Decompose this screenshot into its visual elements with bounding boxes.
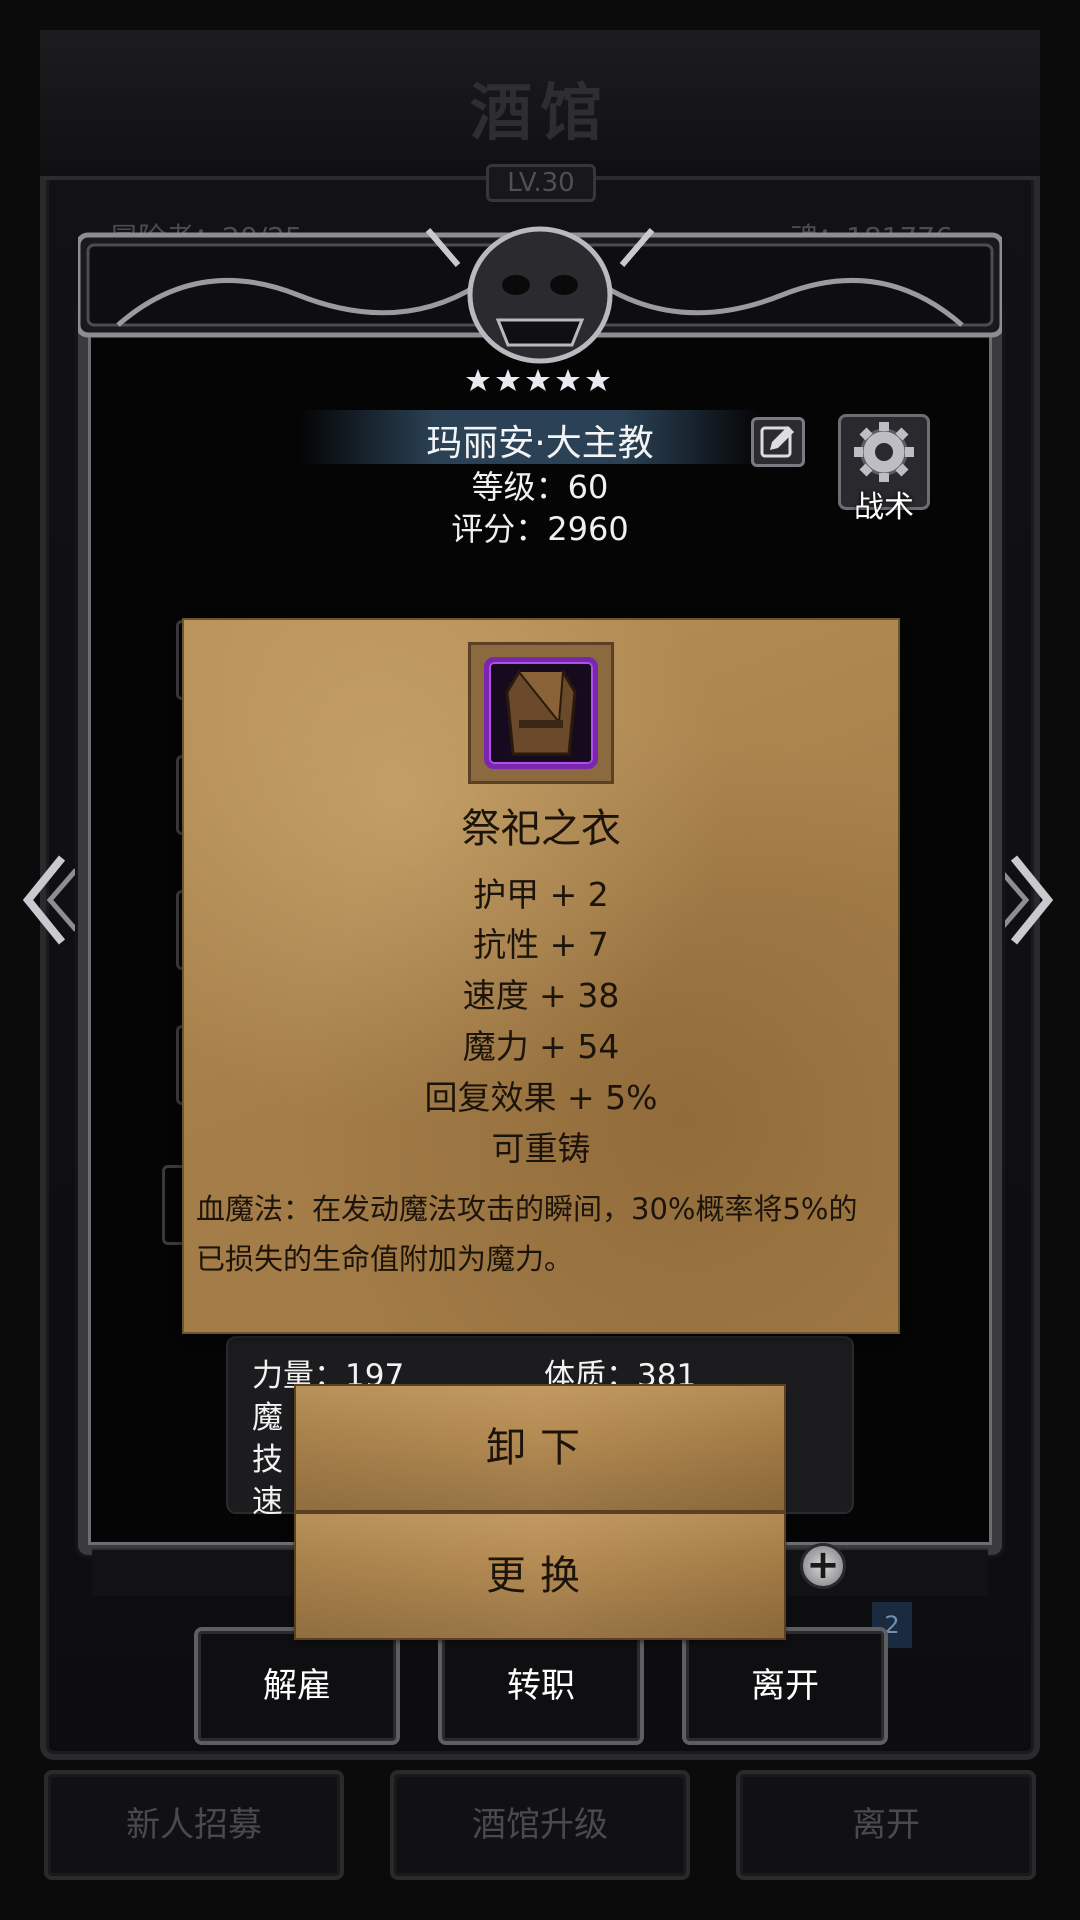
tavern-upgrade-button[interactable]: 酒馆升级 (390, 1770, 690, 1880)
rename-button[interactable] (751, 417, 805, 467)
previous-arrow-icon[interactable] (18, 850, 78, 950)
tavern-level-badge: LV.30 (486, 164, 596, 202)
character-score: 评分：2960 (451, 510, 629, 548)
item-description: 血魔法：在发动魔法攻击的瞬间，30%概率将5%的已损失的生命值附加为魔力。 (196, 1192, 858, 1276)
next-arrow-icon[interactable] (998, 850, 1058, 950)
edit-pencil-icon (760, 426, 794, 458)
rank-stars-icon (466, 369, 610, 391)
change-class-button[interactable]: 转职 (438, 1627, 644, 1745)
demon-skull-crest-icon (78, 226, 1002, 364)
robe-icon (505, 669, 577, 756)
item-stat-line: 护甲 + 2 (473, 875, 609, 914)
recruit-button[interactable]: 新人招募 (44, 1770, 344, 1880)
item-icon (484, 657, 598, 769)
item-stat-line: 抗性 + 7 (473, 925, 609, 964)
tavern-bottom-bar: 新人招募 酒馆升级 离开 (44, 1770, 1036, 1880)
skill-stat: 技 (252, 1442, 283, 1478)
dialog-leave-button[interactable]: 离开 (682, 1627, 888, 1745)
item-stat-line: 回复效果 + 5% (424, 1078, 658, 1117)
add-points-button[interactable]: + (800, 1543, 846, 1589)
magic-stat: 魔 (252, 1400, 283, 1436)
tavern-leave-button[interactable]: 离开 (736, 1770, 1036, 1880)
character-level: 等级：60 (471, 468, 609, 506)
dismiss-button[interactable]: 解雇 (194, 1627, 400, 1745)
unequip-button[interactable]: 卸下 (296, 1386, 784, 1510)
item-name: 祭祀之衣 (461, 806, 621, 852)
item-stat-line: 魔力 + 54 (462, 1027, 620, 1066)
item-stat-line: 速度 + 38 (462, 976, 620, 1015)
speed-stat: 速 (252, 1484, 283, 1520)
tavern-title: 酒馆 (469, 76, 610, 149)
item-stat-line: 可重铸 (491, 1129, 591, 1168)
replace-button[interactable]: 更换 (296, 1514, 784, 1638)
